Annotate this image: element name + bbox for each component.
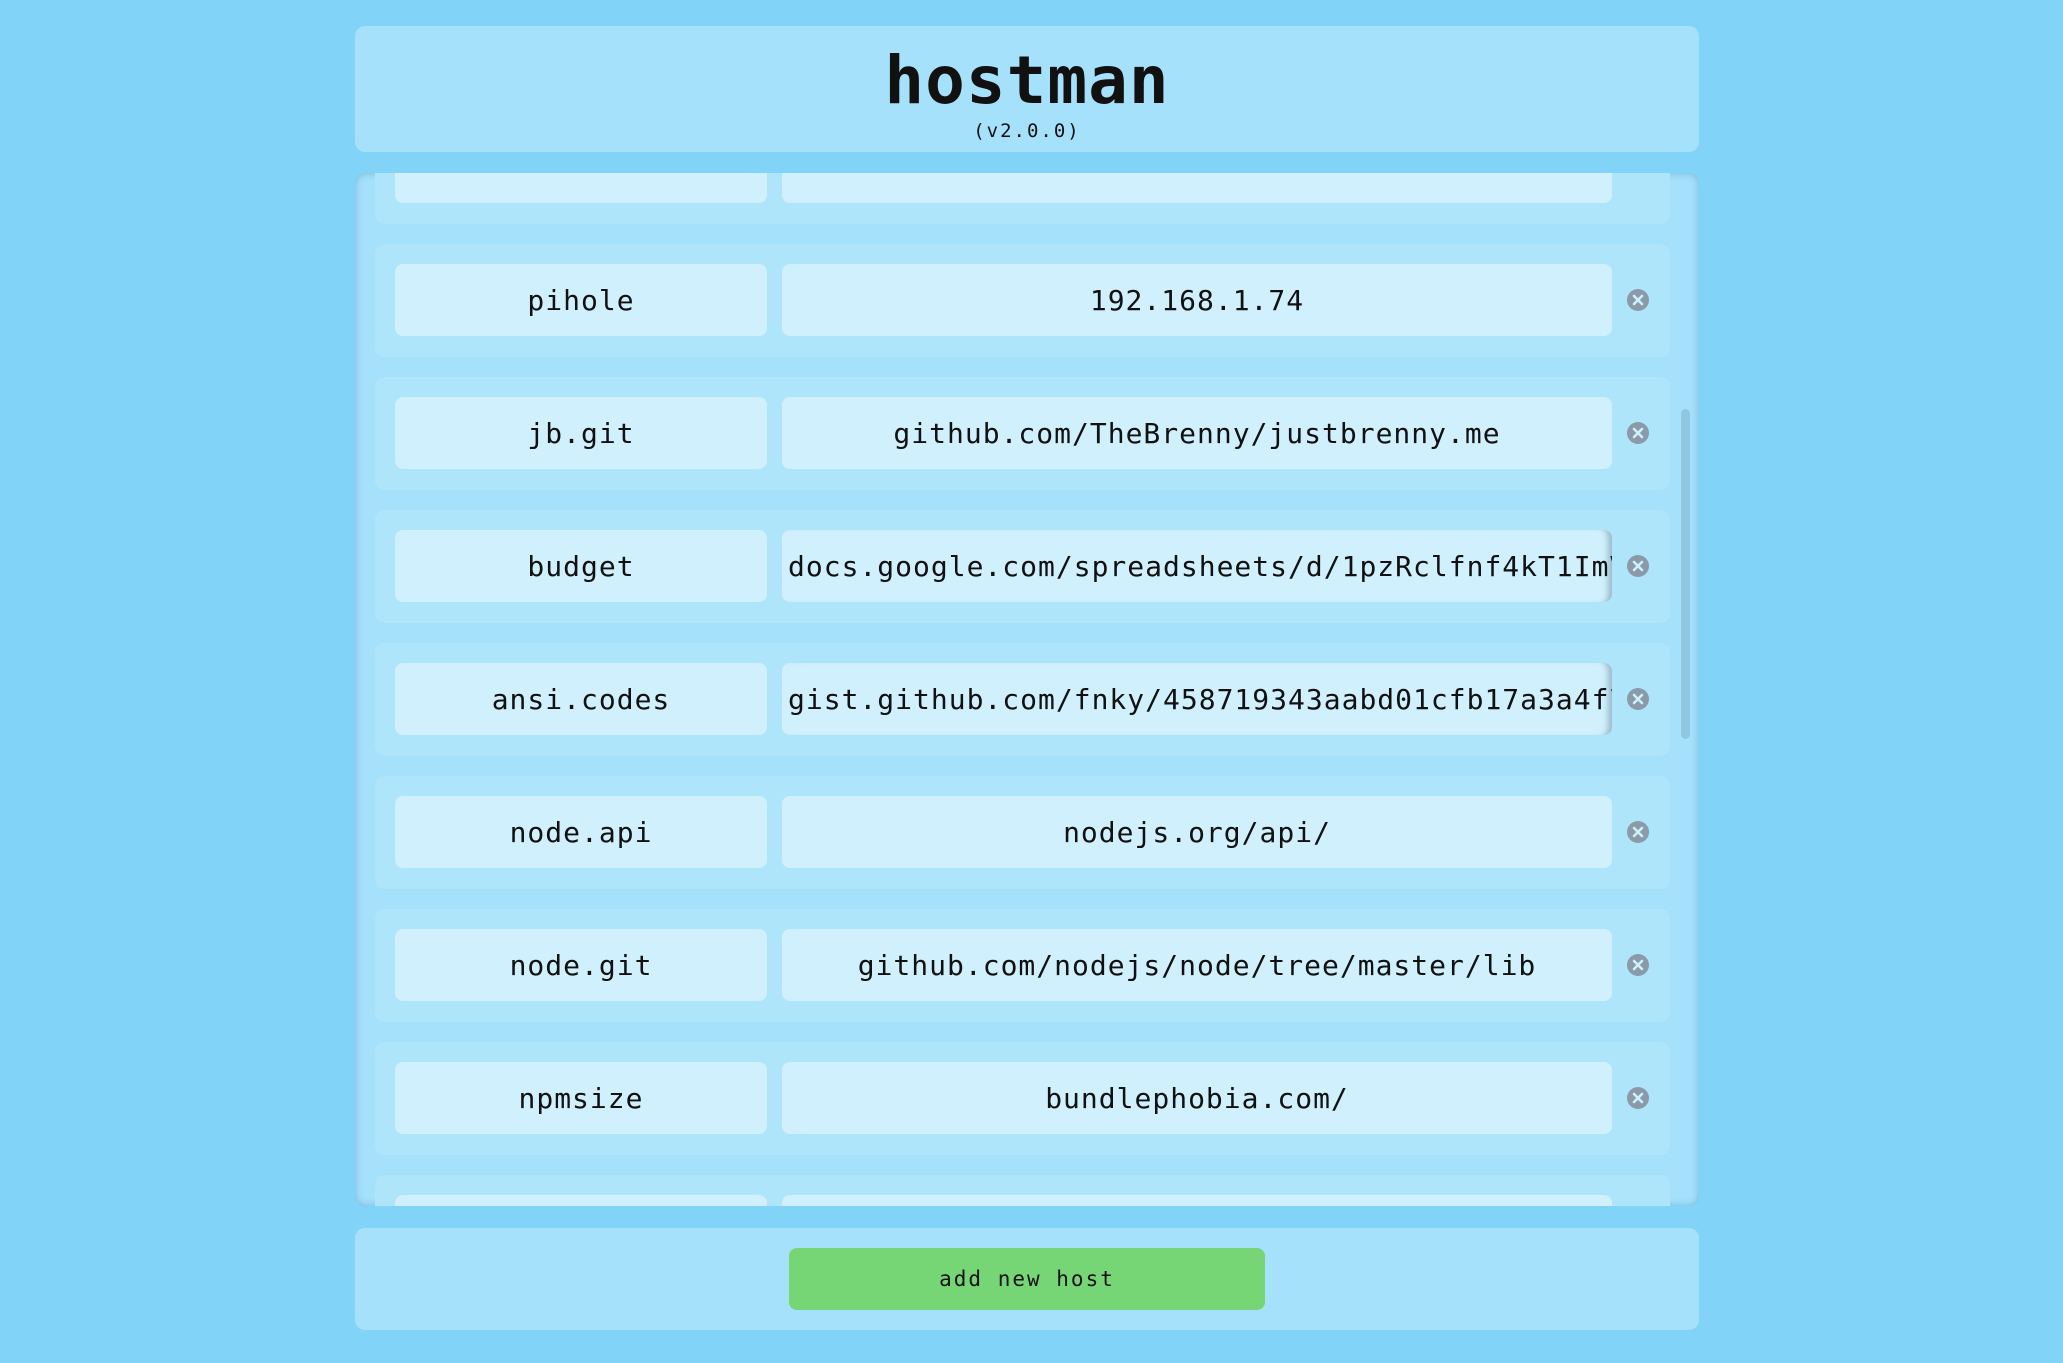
host-list: pihole 192.168.1.74 jb.git github.com/Th…: [375, 173, 1670, 1206]
host-name-field[interactable]: budget: [395, 530, 767, 602]
host-row: jb.git github.com/TheBrenny/justbrenny.m…: [375, 377, 1670, 490]
host-row: pihole 192.168.1.74: [375, 244, 1670, 357]
close-circle-icon[interactable]: [1626, 820, 1650, 844]
close-circle-icon[interactable]: [1626, 953, 1650, 977]
app-version: (v2.0.0): [973, 120, 1081, 142]
host-name-field[interactable]: node.api: [395, 796, 767, 868]
add-host-button[interactable]: add new host: [789, 1248, 1265, 1310]
app-header: hostman (v2.0.0): [355, 26, 1699, 152]
host-name-field[interactable]: npmsize: [395, 1062, 767, 1134]
host-url-field[interactable]: github.com/nodejs/node/tree/master/lib: [782, 929, 1612, 1001]
host-url-field[interactable]: [782, 173, 1612, 203]
close-circle-icon[interactable]: [1626, 421, 1650, 445]
scrollbar-thumb[interactable]: [1681, 409, 1690, 739]
close-circle-icon[interactable]: [1626, 288, 1650, 312]
host-url-field[interactable]: bundlephobia.com/: [782, 1062, 1612, 1134]
host-url-field[interactable]: gist.github.com/fnky/458719343aabd01cfb1…: [782, 663, 1612, 735]
close-circle-icon[interactable]: [1626, 554, 1650, 578]
host-list-panel[interactable]: pihole 192.168.1.74 jb.git github.com/Th…: [355, 173, 1699, 1206]
host-row: node.api nodejs.org/api/: [375, 776, 1670, 889]
host-name-field[interactable]: [395, 1195, 767, 1206]
host-url-field[interactable]: docs.google.com/spreadsheets/d/1pzRclfnf…: [782, 530, 1612, 602]
footer-panel: add new host: [355, 1228, 1699, 1330]
host-row: ansi.codes gist.github.com/fnky/45871934…: [375, 643, 1670, 756]
host-url-field[interactable]: 192.168.1.74: [782, 264, 1612, 336]
host-row: [375, 173, 1670, 224]
host-row: [375, 1175, 1670, 1206]
host-name-field[interactable]: [395, 173, 767, 203]
host-row: npmsize bundlephobia.com/: [375, 1042, 1670, 1155]
host-url-field[interactable]: [782, 1195, 1612, 1206]
host-row: budget docs.google.com/spreadsheets/d/1p…: [375, 510, 1670, 623]
host-row: node.git github.com/nodejs/node/tree/mas…: [375, 909, 1670, 1022]
host-name-field[interactable]: pihole: [395, 264, 767, 336]
close-circle-icon[interactable]: [1626, 1086, 1650, 1110]
close-circle-icon[interactable]: [1626, 687, 1650, 711]
host-name-field[interactable]: node.git: [395, 929, 767, 1001]
host-name-field[interactable]: ansi.codes: [395, 663, 767, 735]
app-title: hostman: [884, 42, 1170, 119]
host-name-field[interactable]: jb.git: [395, 397, 767, 469]
host-url-field[interactable]: nodejs.org/api/: [782, 796, 1612, 868]
host-url-field[interactable]: github.com/TheBrenny/justbrenny.me: [782, 397, 1612, 469]
